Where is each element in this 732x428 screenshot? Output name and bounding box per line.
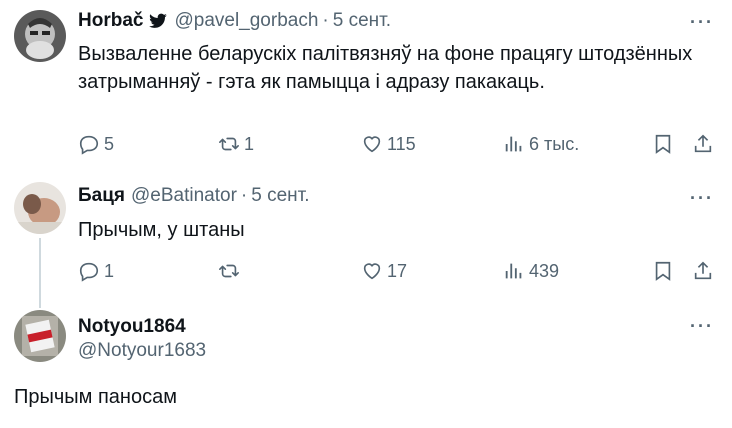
- share-button[interactable]: [692, 129, 714, 159]
- reply-icon: [79, 262, 99, 282]
- tweet-1[interactable]: Horbač @pavel_gorbach · 5 сент. ··· Вызв…: [0, 0, 732, 170]
- heart-icon: [363, 263, 381, 280]
- view-count: 439: [529, 260, 560, 281]
- author-name[interactable]: Notyou1864: [78, 316, 186, 338]
- thread-line: [39, 238, 41, 308]
- heart-icon: [363, 136, 381, 153]
- more-options-button[interactable]: ···: [690, 12, 714, 33]
- share-icon: [694, 261, 712, 280]
- more-options-button[interactable]: ···: [690, 188, 714, 209]
- author-name[interactable]: Horbač: [78, 10, 143, 32]
- separator-dot: ·: [322, 10, 329, 31]
- views-icon: [505, 263, 522, 279]
- reply-button[interactable]: 5: [78, 129, 114, 159]
- author-handle[interactable]: @eBatinator: [131, 185, 237, 207]
- view-count: 6 тыс.: [529, 133, 580, 154]
- retweet-icon: [219, 137, 239, 151]
- bookmark-icon: [655, 261, 671, 281]
- retweet-button[interactable]: 1: [218, 129, 254, 159]
- timestamp[interactable]: 5 сент.: [333, 10, 391, 32]
- retweet-button[interactable]: [218, 256, 244, 286]
- bookmark-button[interactable]: [652, 129, 674, 159]
- bookmark-button[interactable]: [652, 256, 674, 286]
- bird-icon: [149, 13, 168, 28]
- reply-count: 5: [104, 133, 115, 154]
- separator-dot: ·: [240, 185, 248, 206]
- tweet-text: Прычым паносам: [14, 386, 177, 408]
- like-button[interactable]: 115: [361, 129, 416, 159]
- reply-count: 1: [104, 260, 115, 281]
- avatar[interactable]: [14, 182, 66, 234]
- author-name[interactable]: Баця: [78, 185, 125, 207]
- retweet-icon: [219, 264, 239, 278]
- more-options-button[interactable]: ···: [690, 316, 714, 337]
- views-button[interactable]: 439: [503, 256, 559, 286]
- action-bar: 1 17 439: [78, 256, 718, 286]
- share-icon: [694, 134, 712, 153]
- views-button[interactable]: 6 тыс.: [503, 129, 579, 159]
- views-icon: [505, 136, 522, 152]
- like-button[interactable]: 17: [361, 256, 407, 286]
- action-bar: 5 1 115 6 тыс.: [78, 129, 718, 159]
- avatar[interactable]: [14, 310, 66, 362]
- timestamp[interactable]: 5 сент.: [251, 185, 309, 207]
- bookmark-icon: [655, 134, 671, 154]
- share-button[interactable]: [692, 256, 714, 286]
- like-count: 17: [387, 260, 408, 281]
- avatar[interactable]: [14, 10, 66, 62]
- reply-button[interactable]: 1: [78, 256, 114, 286]
- like-count: 115: [387, 133, 416, 154]
- author-handle[interactable]: @pavel_gorbach: [174, 10, 318, 32]
- author-handle[interactable]: @Notyour1683: [78, 340, 206, 362]
- tweet-2[interactable]: Баця @eBatinator · 5 сент. ··· Прычым, у…: [0, 170, 732, 308]
- tweet-text: Вызваленне беларускіх палітвязняў на фон…: [78, 43, 693, 93]
- tweet-3[interactable]: Notyou1864 @Notyour1683 ··· Прычым панос…: [0, 300, 732, 428]
- tweet-text: Прычым, у штаны: [78, 219, 245, 241]
- reply-icon: [79, 135, 99, 155]
- retweet-count: 1: [244, 133, 255, 154]
